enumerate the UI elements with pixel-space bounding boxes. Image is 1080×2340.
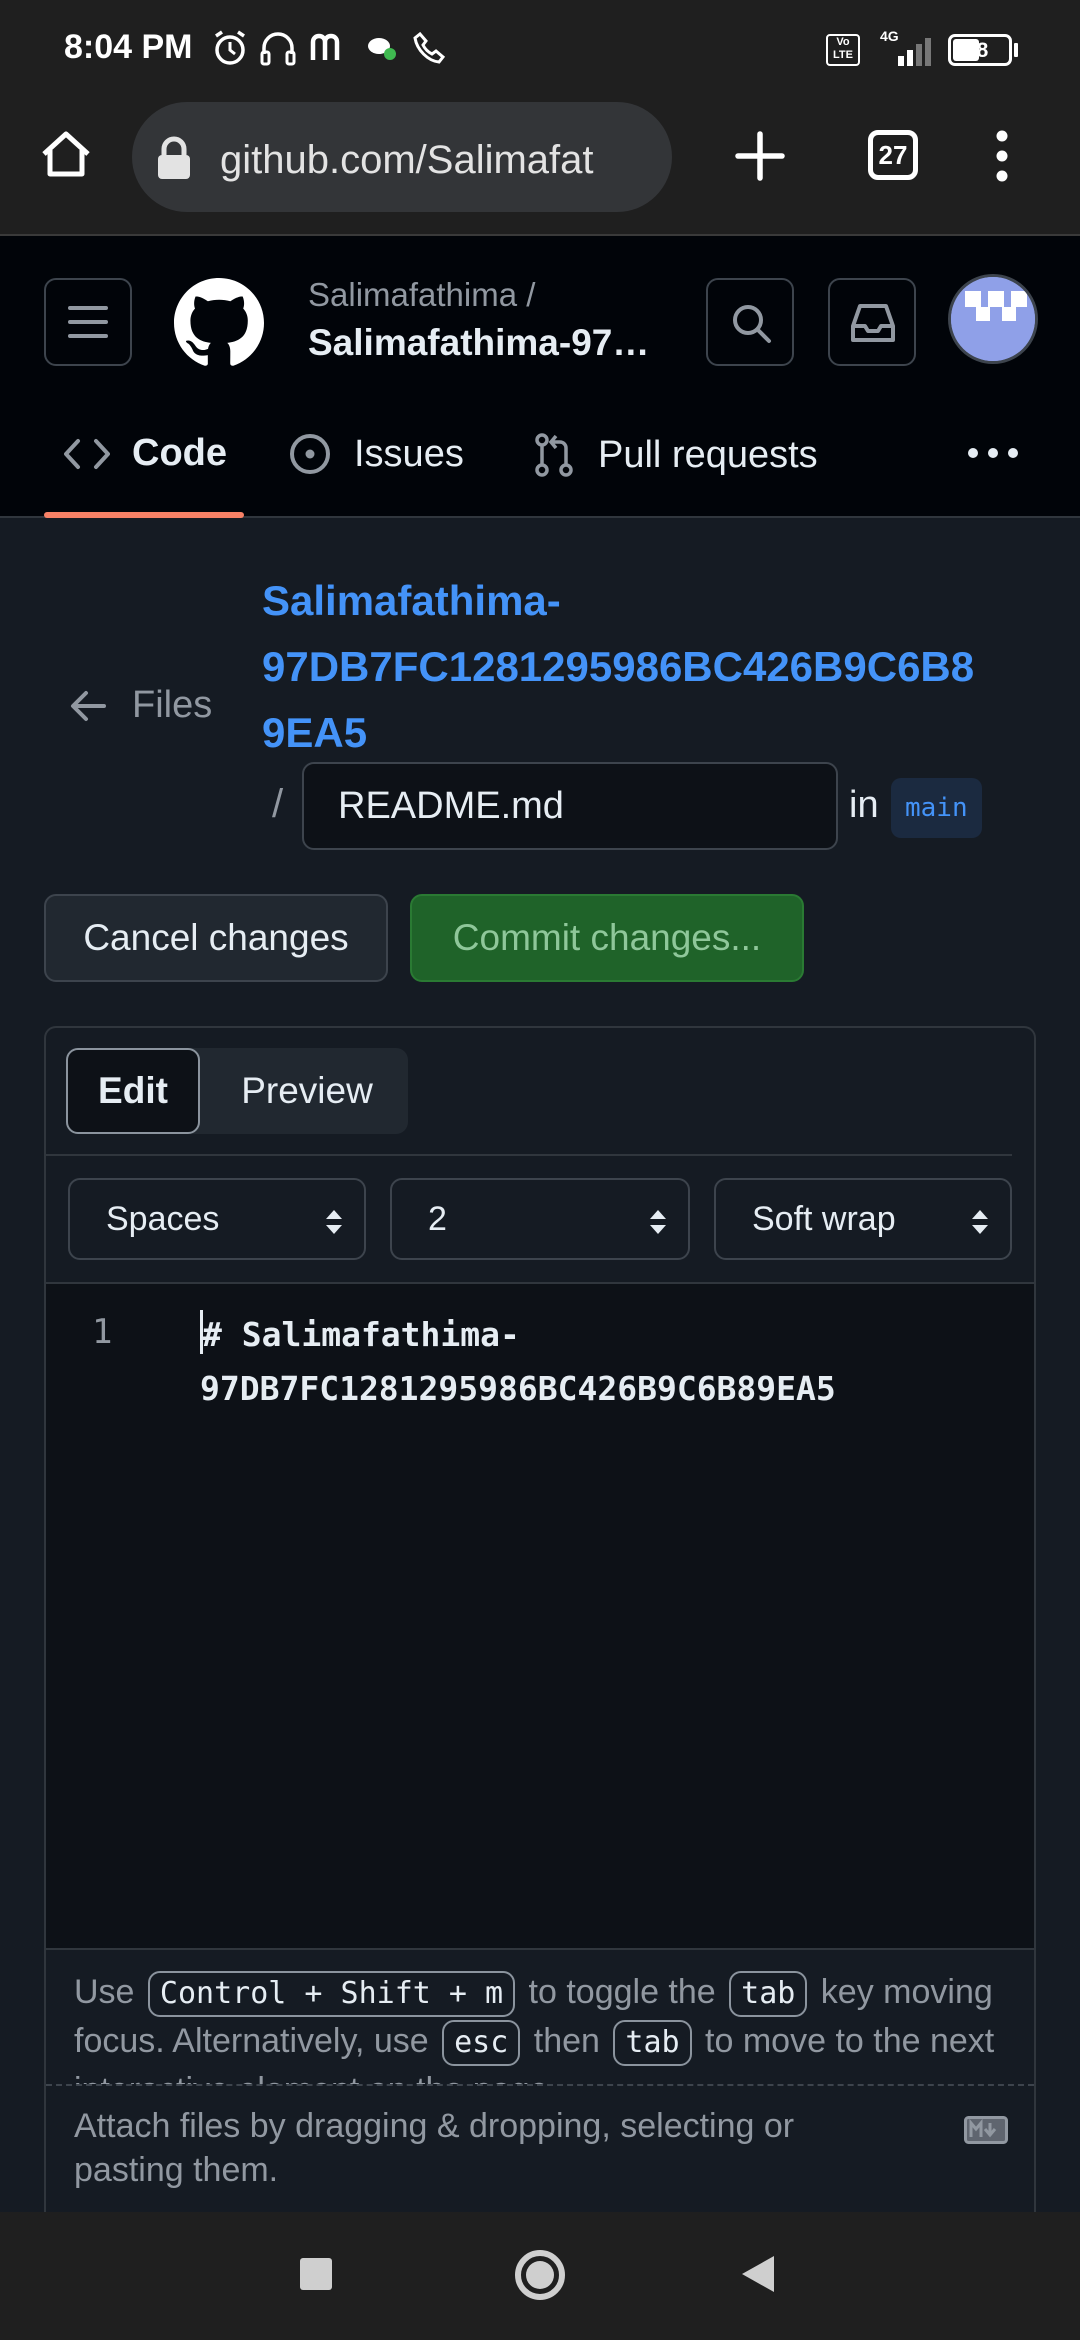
- attach-text: Attach files by dragging & dropping, sel…: [74, 2107, 795, 2145]
- status-bar: 8:04 PM Vo LTE 4G 48: [0, 0, 1080, 100]
- tab-pull-requests[interactable]: Pull requests: [532, 432, 818, 478]
- app-m-icon: [310, 33, 340, 60]
- keyboard-hint: Use Control + Shift + m to toggle the ta…: [46, 1948, 1034, 2084]
- hint-text: Use: [74, 1973, 135, 2011]
- indent-size-value: 2: [428, 1199, 447, 1238]
- volte-icon: Vo LTE: [826, 34, 860, 66]
- repo-breadcrumb-link[interactable]: Salimafathima- 97DB7FC1281295986BC426B9C…: [262, 568, 974, 766]
- attach-text: pasting them.: [74, 2151, 279, 2189]
- chat-notification-icon: [368, 38, 396, 60]
- pull-request-icon: [535, 433, 573, 477]
- more-menu-icon[interactable]: [980, 126, 1024, 186]
- tab-preview[interactable]: Preview: [214, 1048, 400, 1134]
- new-tab-icon[interactable]: [730, 126, 790, 186]
- url-text[interactable]: github.com/Salimafat: [220, 138, 660, 183]
- shortcut-kbd: Control + Shift + m: [147, 1971, 516, 2017]
- arrow-left-icon: [71, 690, 106, 721]
- search-icon: [733, 305, 771, 343]
- phone-icon: [413, 31, 446, 64]
- cancel-changes-button[interactable]: Cancel changes: [44, 894, 388, 982]
- more-tabs-icon[interactable]: [966, 446, 1020, 460]
- line-number: 1: [92, 1312, 113, 1352]
- tab-code-label: Code: [132, 432, 227, 474]
- back-button[interactable]: [740, 2254, 776, 2294]
- lock-icon[interactable]: [154, 136, 194, 180]
- avatar[interactable]: [948, 274, 1038, 364]
- commit-changes-button[interactable]: Commit changes...: [410, 894, 804, 982]
- home-icon[interactable]: [36, 124, 96, 184]
- hint-text: key: [820, 1973, 874, 2011]
- repo-owner[interactable]: Salimafathima /: [308, 276, 535, 314]
- inbox-icon: [851, 304, 895, 342]
- headset-icon: [260, 32, 296, 66]
- indent-mode-select[interactable]: Spaces: [68, 1178, 366, 1260]
- back-label: Files: [132, 684, 213, 726]
- signal-icon: [898, 38, 931, 66]
- hint-text: then: [533, 2022, 600, 2060]
- branch-name: main: [905, 793, 968, 823]
- wrap-mode-select[interactable]: Soft wrap: [714, 1178, 1012, 1260]
- select-arrows-icon: [972, 1210, 988, 1234]
- status-time: 8:04 PM: [64, 28, 193, 66]
- tab-edit[interactable]: Edit: [66, 1048, 200, 1134]
- branch-badge: main: [891, 778, 982, 838]
- hint-text: to move: [705, 2022, 826, 2060]
- path-separator: /: [272, 782, 284, 826]
- markdown-icon: [964, 2116, 1008, 2144]
- filename-input[interactable]: README.md: [302, 762, 838, 850]
- identicon-icon: [951, 277, 1035, 361]
- code-icon: [64, 438, 110, 469]
- search-button[interactable]: [706, 278, 794, 366]
- select-arrows-icon: [650, 1210, 666, 1234]
- battery-icon: 48: [948, 34, 1012, 66]
- wrap-mode-value: Soft wrap: [752, 1199, 896, 1238]
- tab-issues-label: Issues: [354, 432, 464, 475]
- repo-name[interactable]: Salimafathima-97…: [308, 322, 649, 364]
- attach-files-area[interactable]: Attach files by dragging & dropping, sel…: [46, 2084, 1034, 2212]
- menu-button[interactable]: [44, 278, 132, 366]
- esc-kbd: esc: [442, 2020, 521, 2066]
- alarm-icon: [215, 30, 245, 65]
- code-line: # Salimafathima-: [202, 1315, 520, 1354]
- in-label: in: [849, 784, 879, 826]
- filename-value: README.md: [338, 784, 564, 827]
- issue-icon: [290, 434, 330, 474]
- hint-text: to toggle the: [528, 1973, 716, 2011]
- repo-link-line: Salimafathima-: [262, 577, 561, 624]
- recents-button[interactable]: [300, 2258, 332, 2290]
- hamburger-icon: [68, 306, 108, 338]
- tab-pull-requests-label: Pull requests: [598, 433, 818, 476]
- tab-code[interactable]: Code: [64, 432, 227, 475]
- github-logo-icon[interactable]: [174, 278, 264, 368]
- battery-level: 48: [965, 39, 989, 62]
- github-header: Salimafathima / Salimafathima-97… Code I…: [0, 236, 1080, 518]
- tab-kbd: tab: [729, 1971, 808, 2017]
- home-button[interactable]: [515, 2250, 565, 2300]
- system-nav-bar: [0, 2212, 1080, 2340]
- address-bar[interactable]: github.com/Salimafat: [132, 102, 672, 212]
- repo-link-line: 9EA5: [262, 709, 368, 756]
- repo-link-line: 97DB7FC1281295986BC426B9C6B8: [262, 643, 975, 690]
- inbox-button[interactable]: [828, 278, 916, 366]
- tab-kbd: tab: [613, 2020, 692, 2066]
- browser-toolbar: github.com/Salimafat 27: [0, 100, 1080, 236]
- select-arrows-icon: [326, 1210, 342, 1234]
- code-line: 97DB7FC1281295986BC426B9C6B89EA5: [200, 1369, 836, 1408]
- back-to-files-link[interactable]: Files: [70, 684, 212, 727]
- tab-switcher-button[interactable]: 27: [868, 130, 918, 180]
- indent-mode-value: Spaces: [106, 1199, 220, 1238]
- code-content[interactable]: # Salimafathima- 97DB7FC1281295986BC426B…: [200, 1308, 836, 1416]
- tab-issues[interactable]: Issues: [288, 432, 464, 476]
- indent-size-select[interactable]: 2: [390, 1178, 690, 1260]
